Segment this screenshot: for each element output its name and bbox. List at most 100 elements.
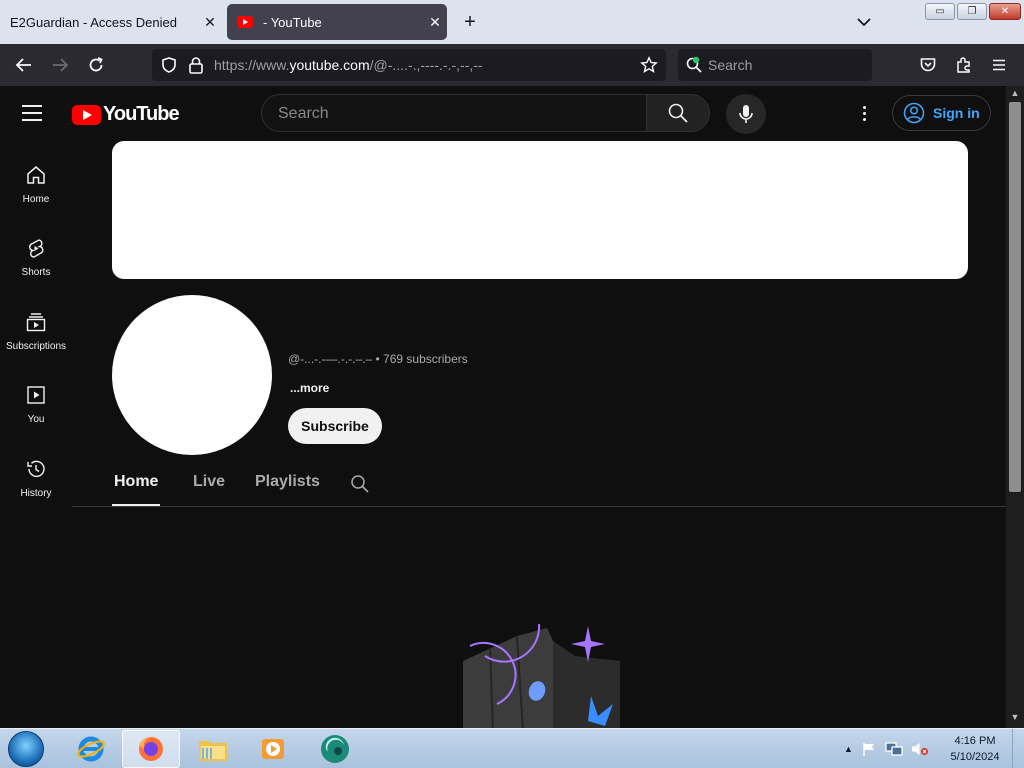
taskbar-app[interactable] (306, 730, 364, 768)
browser-nav-bar: https://www.youtube.com/@-....-.,----.-.… (0, 44, 1024, 86)
channel-tab-live[interactable]: Live (193, 473, 225, 491)
tab-youtube[interactable]: - YouTube ✕ (227, 4, 447, 40)
you-icon (27, 386, 45, 404)
hamburger-menu-icon (993, 59, 1005, 71)
guide-label: History (20, 488, 52, 499)
channel-tab-playlists[interactable]: Playlists (255, 473, 320, 491)
tab-e2guardian[interactable]: E2Guardian - Access Denied ✕ (0, 4, 222, 40)
youtube-favicon-icon (237, 16, 253, 28)
internet-explorer-icon (77, 736, 105, 762)
history-icon (27, 460, 45, 478)
guide-label: Home (22, 194, 50, 205)
channel-avatar[interactable] (112, 295, 272, 455)
lock-icon[interactable] (188, 56, 204, 74)
taskbar-clock[interactable]: 4:16 PM 5/10/2024 (940, 733, 1010, 765)
tabs-divider (72, 506, 1006, 507)
guide-item-home[interactable]: Home (0, 164, 72, 234)
scrollbar-thumb[interactable] (1009, 102, 1021, 492)
close-tab-icon[interactable]: ✕ (198, 14, 222, 31)
guide-menu-button[interactable] (22, 100, 48, 126)
guide-item-history[interactable]: History (0, 458, 72, 528)
puzzle-icon (957, 57, 970, 73)
back-button[interactable] (11, 52, 37, 78)
channel-handle-subscribers: @-...-.-—.-.-.–.– • 769 subscribers (288, 352, 468, 366)
url-host: youtube.com (289, 57, 370, 73)
clock-date: 5/10/2024 (950, 751, 1000, 763)
empty-channel-illustration (463, 623, 620, 728)
forward-button[interactable] (47, 52, 73, 78)
settings-more-button[interactable] (852, 100, 876, 126)
youtube-search-placeholder: Search (278, 105, 329, 122)
folder-icon (199, 741, 227, 761)
guide-label: You (27, 414, 45, 425)
browser-tab-strip: E2Guardian - Access Denied ✕ - YouTube ✕… (0, 0, 1024, 44)
taskbar-media-player[interactable] (244, 730, 302, 768)
channel-description-more-link[interactable]: ...more (290, 381, 329, 395)
arrow-left-icon (15, 58, 31, 72)
channel-tab-home[interactable]: Home (114, 473, 158, 491)
taskbar-firefox[interactable] (122, 730, 180, 768)
youtube-search-input[interactable]: Search (261, 94, 647, 132)
youtube-search-button[interactable] (646, 94, 710, 132)
chevron-down-icon (857, 18, 871, 27)
subscriptions-icon (26, 313, 46, 332)
action-center-flag-icon[interactable] (861, 741, 877, 757)
search-icon (668, 103, 688, 123)
youtube-logo-text: YouTube (103, 103, 180, 125)
guide-item-subscriptions[interactable]: Subscriptions (0, 311, 72, 381)
web-search-placeholder: Search (708, 57, 753, 73)
shorts-icon (29, 239, 44, 258)
youtube-page: YouTube Search Sign in Home Shorts Subsc… (0, 86, 1006, 728)
close-tab-icon[interactable]: ✕ (423, 14, 447, 31)
app-menu-button[interactable] (986, 52, 1012, 78)
microphone-icon (739, 105, 753, 123)
tab-title: - YouTube (263, 14, 322, 30)
pocket-button[interactable] (915, 52, 941, 78)
clock-time: 4:16 PM (954, 735, 996, 747)
bookmark-star-icon[interactable] (640, 56, 658, 74)
show-desktop-button[interactable] (1012, 729, 1024, 768)
guide-label: Shorts (21, 267, 51, 278)
home-icon (27, 166, 45, 184)
extensions-button[interactable] (951, 52, 977, 78)
arrow-right-icon (53, 58, 69, 72)
web-search-box[interactable]: Search (678, 49, 872, 81)
firefox-icon (139, 737, 163, 761)
guide-item-shorts[interactable]: Shorts (0, 237, 72, 307)
show-hidden-icons-icon[interactable]: ▲ (844, 744, 853, 754)
taskbar-internet-explorer[interactable] (62, 730, 120, 768)
url-text: https://www.youtube.com/@-....-.,----.-.… (214, 57, 483, 73)
volume-muted-icon[interactable] (911, 741, 929, 757)
sign-in-label: Sign in (933, 105, 980, 121)
app-icon (321, 735, 349, 763)
scroll-down-arrow[interactable]: ▼ (1009, 712, 1021, 724)
url-path: /@-....-.,----.-.-,--,-- (369, 57, 483, 73)
window-restore-button[interactable]: ❐ (957, 3, 987, 20)
pocket-icon (920, 58, 936, 72)
windows-taskbar: ▲ 4:16 PM 5/10/2024 (0, 728, 1024, 768)
voice-search-button[interactable] (726, 94, 766, 134)
page-scrollbar[interactable]: ▲ ▼ (1006, 86, 1024, 728)
guide-item-you[interactable]: You (0, 384, 72, 454)
reload-icon (89, 57, 103, 72)
youtube-logo[interactable]: YouTube (72, 103, 180, 126)
list-all-tabs-button[interactable] (852, 12, 876, 32)
taskbar-file-explorer[interactable] (184, 730, 242, 768)
search-icon (351, 475, 369, 493)
new-tab-button[interactable]: + (458, 10, 482, 34)
start-button[interactable] (8, 731, 44, 767)
network-icon[interactable] (885, 741, 903, 757)
window-minimize-button[interactable]: ▭ (925, 3, 955, 20)
search-icon (686, 56, 702, 73)
subscribe-button[interactable]: Subscribe (288, 408, 382, 444)
sign-in-button[interactable]: Sign in (892, 95, 991, 131)
window-close-button[interactable]: ✕ (989, 3, 1021, 20)
channel-search-button[interactable] (350, 474, 370, 494)
guide-label: Subscriptions (5, 341, 67, 352)
address-bar[interactable]: https://www.youtube.com/@-....-.,----.-.… (152, 49, 666, 81)
reload-button[interactable] (83, 52, 109, 78)
scroll-up-arrow[interactable]: ▲ (1009, 88, 1021, 100)
youtube-logo-icon (72, 104, 101, 125)
shield-icon[interactable] (160, 56, 178, 74)
media-player-icon (262, 739, 284, 759)
